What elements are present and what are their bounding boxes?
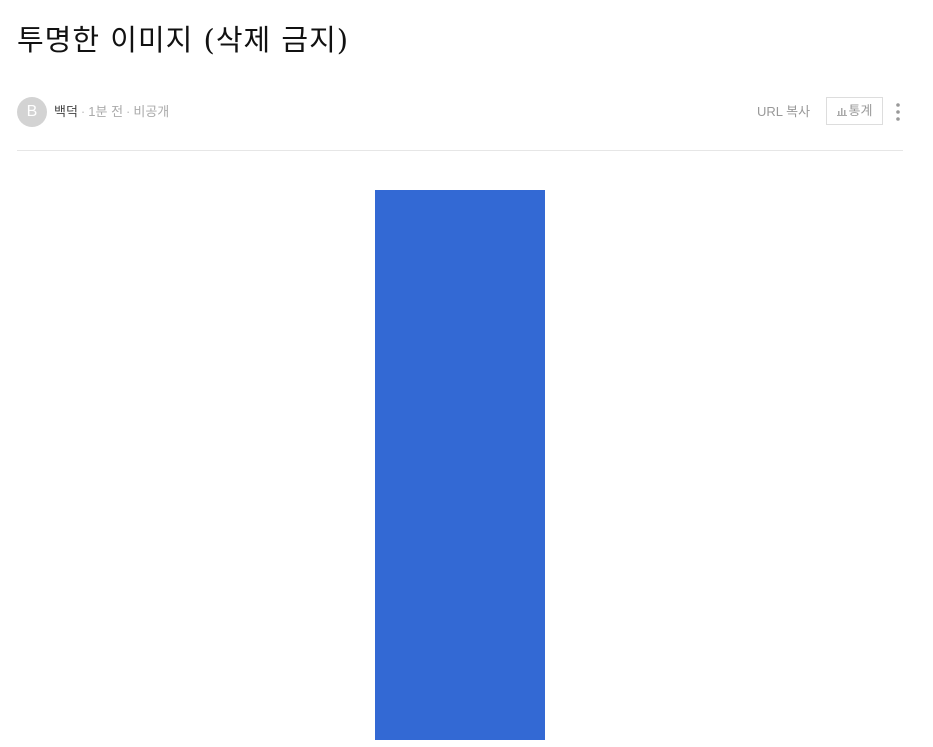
visibility-status: 비공개 <box>133 104 170 119</box>
url-copy-button[interactable]: URL 복사 <box>757 103 810 121</box>
post-meta-row: B 백덕 · 1분 전 · 비공개 URL 복사 통계 <box>17 96 903 128</box>
post-page: 투명한 이미지 (삭제 금지) B 백덕 · 1분 전 · 비공개 URL 복사 통계 <box>17 0 903 747</box>
meta-separator: · <box>126 104 131 119</box>
post-title: 투명한 이미지 (삭제 금지) <box>17 23 350 57</box>
header-divider <box>17 150 903 151</box>
bar-chart-icon <box>836 107 847 116</box>
meta-separator: · <box>80 104 86 119</box>
stats-button[interactable]: 통계 <box>826 97 883 125</box>
stats-label: 통계 <box>848 103 873 118</box>
vertical-ellipsis-icon[interactable] <box>893 102 903 122</box>
post-image <box>375 190 545 740</box>
avatar[interactable]: B <box>17 97 47 127</box>
post-time: 1분 전 <box>88 104 124 119</box>
author-name[interactable]: 백덕 <box>54 104 78 119</box>
post-meta: 백덕 · 1분 전 · 비공개 <box>54 103 169 121</box>
